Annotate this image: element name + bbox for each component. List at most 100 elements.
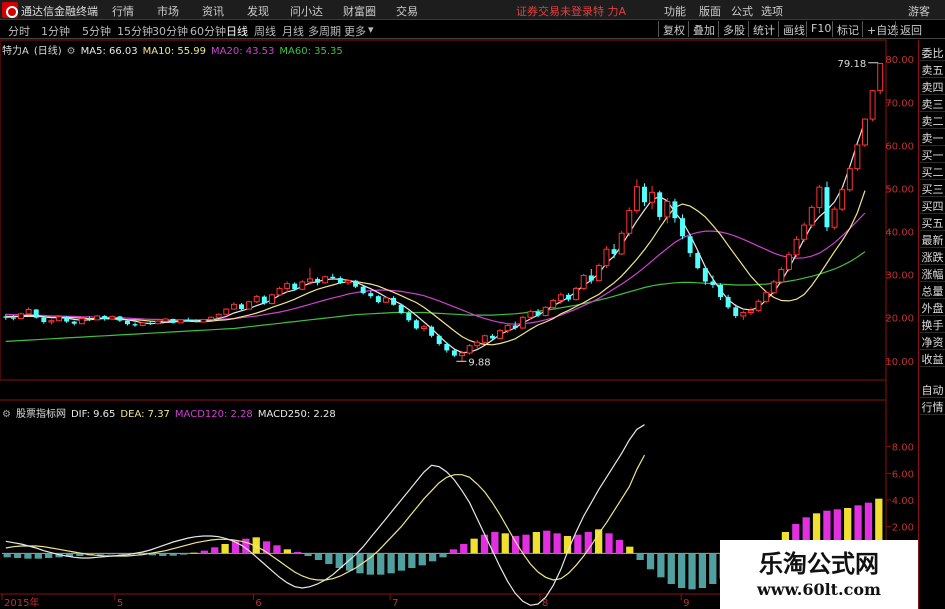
side-tab-8[interactable]: 买三 — [920, 183, 945, 197]
macd-bar — [179, 553, 188, 555]
side-tab-1[interactable]: 卖五 — [920, 64, 945, 78]
macd-bar — [626, 546, 634, 554]
macd-bar — [24, 553, 32, 559]
chart-canvas[interactable]: 10.00 20.00 30.00 40.00 50.00 60.00 70.00 80.00… — [0, 0, 918, 609]
side-tab-18[interactable]: 收益 — [920, 353, 945, 367]
side-panel: 委比卖五卖四卖三卖二卖一买一买二买三买四买五最新涨跌涨幅总量外盘换手净资收益自动… — [918, 40, 945, 609]
ma60-label: MA60: 35.35 — [279, 46, 343, 57]
side-tab2-0[interactable]: 自动 — [920, 384, 945, 398]
macd-bar — [615, 540, 624, 554]
settings-icon[interactable]: ⚙ — [67, 46, 76, 57]
settings-icon[interactable]: ⚙ — [2, 409, 11, 420]
side-tab-7[interactable]: 买二 — [920, 166, 945, 180]
side-tab-5[interactable]: 卖一 — [920, 132, 945, 146]
side-tab-12[interactable]: 涨跌 — [920, 251, 945, 265]
macd-bar — [387, 553, 395, 574]
macd-bar — [397, 553, 406, 571]
candle-body — [223, 308, 230, 315]
candle-body — [695, 253, 701, 269]
candle-body — [139, 322, 146, 326]
side-tab2-1[interactable]: 行情 — [920, 401, 945, 415]
candle-body — [322, 276, 329, 284]
candle-body — [680, 218, 685, 237]
candle-body — [48, 320, 55, 323]
candle-body — [109, 315, 116, 320]
macd-bar — [501, 533, 509, 554]
x-tick-label-2: 6 — [255, 598, 261, 609]
side-tab-0[interactable]: 委比 — [920, 47, 945, 61]
stock-label: 特力A — [2, 46, 29, 57]
candle-body — [360, 286, 366, 294]
candle-body — [268, 294, 275, 304]
candle-body — [497, 330, 503, 339]
candle-body — [444, 343, 450, 351]
candle-body — [542, 306, 549, 317]
ma60-line — [5, 251, 866, 342]
candle-body — [230, 303, 237, 310]
candle-body — [869, 90, 876, 120]
candle-body — [25, 309, 32, 315]
candle-body — [117, 316, 123, 321]
candle-body — [740, 312, 747, 317]
side-tab-6[interactable]: 买一 — [920, 149, 945, 163]
price-tick-label-1: 20.00 — [885, 314, 914, 325]
candle-body — [398, 304, 404, 313]
macd-bar — [366, 553, 374, 575]
price-tick-label-5: 60.00 — [885, 141, 914, 152]
side-tab-14[interactable]: 总量 — [920, 285, 945, 299]
price-tick-label-6: 70.00 — [885, 98, 914, 109]
macd-bar — [107, 553, 115, 555]
candle-body — [763, 292, 770, 302]
x-tick-label-4: 8 — [542, 598, 548, 609]
side-tab-9[interactable]: 买四 — [920, 200, 945, 214]
candle-body — [246, 301, 253, 310]
candle-body — [406, 312, 412, 321]
candle-body — [611, 249, 617, 254]
candle-body — [595, 265, 602, 282]
side-tab-4[interactable]: 卖二 — [920, 115, 945, 129]
candle-body — [778, 268, 785, 283]
candle-body — [512, 325, 518, 329]
macd-bar — [294, 552, 302, 554]
side-tab-10[interactable]: 买五 — [920, 217, 945, 231]
candle-body — [504, 324, 511, 332]
side-tab-15[interactable]: 外盘 — [920, 302, 945, 316]
x-tick-label-3: 7 — [392, 598, 398, 609]
candle-body — [436, 335, 442, 344]
x-tick-label-1: 5 — [117, 598, 123, 609]
macd-bar — [698, 553, 707, 588]
macd-bar — [709, 553, 717, 584]
candle-body — [877, 63, 884, 92]
candle-body — [154, 320, 161, 325]
macd250-label: MACD250: 2.28 — [257, 409, 336, 420]
macd-bar — [470, 538, 478, 554]
candle-body — [147, 322, 153, 324]
candle-body — [747, 309, 754, 314]
side-tab-16[interactable]: 换手 — [920, 319, 945, 333]
macd-bar — [688, 553, 696, 590]
watermark-url: www.60lt.com — [757, 580, 881, 599]
dea-label: DEA: 7.37 — [120, 409, 170, 420]
candle-body — [421, 326, 427, 329]
candle-body — [208, 316, 215, 320]
candle-body — [687, 236, 693, 254]
ma10-line — [5, 190, 866, 346]
price-tick-label-7: 80.00 — [885, 55, 914, 66]
side-tab-11[interactable]: 最新 — [920, 234, 945, 248]
side-tab-2[interactable]: 卖四 — [920, 81, 945, 95]
dea-line — [5, 454, 646, 581]
candle-body — [330, 276, 336, 279]
side-tab-13[interactable]: 涨幅 — [920, 268, 945, 282]
candle-body — [580, 274, 587, 289]
candle-body — [588, 275, 594, 281]
candle-body — [481, 335, 488, 343]
macd-bar — [200, 550, 208, 554]
side-tab-3[interactable]: 卖三 — [920, 98, 945, 112]
candle-body — [824, 187, 830, 228]
candle-body — [124, 320, 130, 325]
candle-body — [193, 320, 199, 322]
side-tab-17[interactable]: 净资 — [920, 336, 945, 350]
macd-bar — [273, 545, 281, 554]
candle-body — [10, 317, 16, 319]
candle-body — [102, 315, 108, 319]
